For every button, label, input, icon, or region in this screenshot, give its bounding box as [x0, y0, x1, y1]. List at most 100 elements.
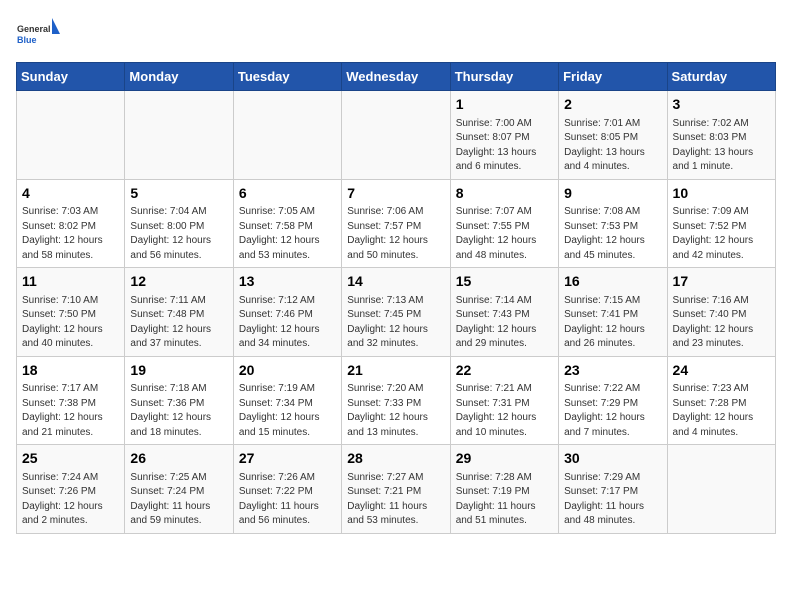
calendar-cell [667, 445, 775, 534]
calendar-cell: 8Sunrise: 7:07 AMSunset: 7:55 PMDaylight… [450, 179, 558, 268]
calendar-cell: 26Sunrise: 7:25 AMSunset: 7:24 PMDayligh… [125, 445, 233, 534]
day-header-friday: Friday [559, 63, 667, 91]
day-number: 21 [347, 361, 444, 381]
calendar-cell: 19Sunrise: 7:18 AMSunset: 7:36 PMDayligh… [125, 356, 233, 445]
day-number: 11 [22, 272, 119, 292]
day-detail: Sunrise: 7:19 AMSunset: 7:34 PMDaylight:… [239, 382, 336, 440]
calendar-cell: 11Sunrise: 7:10 AMSunset: 7:50 PMDayligh… [17, 268, 125, 357]
week-row-1: 1Sunrise: 7:00 AMSunset: 8:07 PMDaylight… [17, 91, 776, 180]
day-number: 27 [239, 449, 336, 469]
day-number: 2 [564, 95, 661, 115]
day-number: 8 [456, 184, 553, 204]
day-detail: Sunrise: 7:07 AMSunset: 7:55 PMDaylight:… [456, 205, 553, 263]
week-row-5: 25Sunrise: 7:24 AMSunset: 7:26 PMDayligh… [17, 445, 776, 534]
calendar-cell: 23Sunrise: 7:22 AMSunset: 7:29 PMDayligh… [559, 356, 667, 445]
day-header-saturday: Saturday [667, 63, 775, 91]
day-number: 28 [347, 449, 444, 469]
day-number: 20 [239, 361, 336, 381]
day-number: 15 [456, 272, 553, 292]
day-number: 29 [456, 449, 553, 469]
day-detail: Sunrise: 7:08 AMSunset: 7:53 PMDaylight:… [564, 205, 661, 263]
calendar-cell: 24Sunrise: 7:23 AMSunset: 7:28 PMDayligh… [667, 356, 775, 445]
calendar-table: SundayMondayTuesdayWednesdayThursdayFrid… [16, 62, 776, 534]
day-detail: Sunrise: 7:10 AMSunset: 7:50 PMDaylight:… [22, 294, 119, 352]
day-detail: Sunrise: 7:11 AMSunset: 7:48 PMDaylight:… [130, 294, 227, 352]
svg-text:General: General [17, 24, 51, 34]
day-detail: Sunrise: 7:02 AMSunset: 8:03 PMDaylight:… [673, 117, 770, 175]
day-number: 9 [564, 184, 661, 204]
day-number: 4 [22, 184, 119, 204]
calendar-cell: 12Sunrise: 7:11 AMSunset: 7:48 PMDayligh… [125, 268, 233, 357]
calendar-cell [342, 91, 450, 180]
day-number: 23 [564, 361, 661, 381]
calendar-cell: 6Sunrise: 7:05 AMSunset: 7:58 PMDaylight… [233, 179, 341, 268]
calendar-cell: 27Sunrise: 7:26 AMSunset: 7:22 PMDayligh… [233, 445, 341, 534]
day-number: 7 [347, 184, 444, 204]
calendar-cell: 28Sunrise: 7:27 AMSunset: 7:21 PMDayligh… [342, 445, 450, 534]
day-number: 18 [22, 361, 119, 381]
day-number: 3 [673, 95, 770, 115]
calendar-cell: 18Sunrise: 7:17 AMSunset: 7:38 PMDayligh… [17, 356, 125, 445]
day-detail: Sunrise: 7:27 AMSunset: 7:21 PMDaylight:… [347, 471, 444, 529]
day-detail: Sunrise: 7:14 AMSunset: 7:43 PMDaylight:… [456, 294, 553, 352]
day-header-thursday: Thursday [450, 63, 558, 91]
day-detail: Sunrise: 7:22 AMSunset: 7:29 PMDaylight:… [564, 382, 661, 440]
day-detail: Sunrise: 7:23 AMSunset: 7:28 PMDaylight:… [673, 382, 770, 440]
calendar-cell: 5Sunrise: 7:04 AMSunset: 8:00 PMDaylight… [125, 179, 233, 268]
calendar-cell: 1Sunrise: 7:00 AMSunset: 8:07 PMDaylight… [450, 91, 558, 180]
day-number: 1 [456, 95, 553, 115]
calendar-cell: 3Sunrise: 7:02 AMSunset: 8:03 PMDaylight… [667, 91, 775, 180]
week-row-2: 4Sunrise: 7:03 AMSunset: 8:02 PMDaylight… [17, 179, 776, 268]
calendar-cell: 29Sunrise: 7:28 AMSunset: 7:19 PMDayligh… [450, 445, 558, 534]
day-detail: Sunrise: 7:06 AMSunset: 7:57 PMDaylight:… [347, 205, 444, 263]
calendar-cell: 14Sunrise: 7:13 AMSunset: 7:45 PMDayligh… [342, 268, 450, 357]
day-number: 12 [130, 272, 227, 292]
day-header-tuesday: Tuesday [233, 63, 341, 91]
day-header-monday: Monday [125, 63, 233, 91]
calendar-cell: 25Sunrise: 7:24 AMSunset: 7:26 PMDayligh… [17, 445, 125, 534]
page-header: General Blue [16, 16, 776, 54]
day-number: 25 [22, 449, 119, 469]
calendar-cell: 7Sunrise: 7:06 AMSunset: 7:57 PMDaylight… [342, 179, 450, 268]
day-detail: Sunrise: 7:00 AMSunset: 8:07 PMDaylight:… [456, 117, 553, 175]
day-number: 24 [673, 361, 770, 381]
day-number: 16 [564, 272, 661, 292]
day-detail: Sunrise: 7:03 AMSunset: 8:02 PMDaylight:… [22, 205, 119, 263]
calendar-cell: 9Sunrise: 7:08 AMSunset: 7:53 PMDaylight… [559, 179, 667, 268]
day-detail: Sunrise: 7:17 AMSunset: 7:38 PMDaylight:… [22, 382, 119, 440]
calendar-cell: 10Sunrise: 7:09 AMSunset: 7:52 PMDayligh… [667, 179, 775, 268]
day-number: 10 [673, 184, 770, 204]
logo: General Blue [16, 16, 60, 54]
day-detail: Sunrise: 7:04 AMSunset: 8:00 PMDaylight:… [130, 205, 227, 263]
calendar-cell: 20Sunrise: 7:19 AMSunset: 7:34 PMDayligh… [233, 356, 341, 445]
calendar-cell: 4Sunrise: 7:03 AMSunset: 8:02 PMDaylight… [17, 179, 125, 268]
calendar-cell [233, 91, 341, 180]
calendar-cell [125, 91, 233, 180]
day-number: 6 [239, 184, 336, 204]
day-detail: Sunrise: 7:15 AMSunset: 7:41 PMDaylight:… [564, 294, 661, 352]
day-detail: Sunrise: 7:01 AMSunset: 8:05 PMDaylight:… [564, 117, 661, 175]
day-number: 26 [130, 449, 227, 469]
day-detail: Sunrise: 7:13 AMSunset: 7:45 PMDaylight:… [347, 294, 444, 352]
logo-icon: General Blue [16, 16, 60, 54]
day-number: 13 [239, 272, 336, 292]
day-detail: Sunrise: 7:12 AMSunset: 7:46 PMDaylight:… [239, 294, 336, 352]
day-header-sunday: Sunday [17, 63, 125, 91]
day-detail: Sunrise: 7:20 AMSunset: 7:33 PMDaylight:… [347, 382, 444, 440]
day-detail: Sunrise: 7:16 AMSunset: 7:40 PMDaylight:… [673, 294, 770, 352]
calendar-cell: 21Sunrise: 7:20 AMSunset: 7:33 PMDayligh… [342, 356, 450, 445]
day-header-wednesday: Wednesday [342, 63, 450, 91]
day-number: 30 [564, 449, 661, 469]
day-detail: Sunrise: 7:26 AMSunset: 7:22 PMDaylight:… [239, 471, 336, 529]
calendar-cell: 22Sunrise: 7:21 AMSunset: 7:31 PMDayligh… [450, 356, 558, 445]
day-number: 14 [347, 272, 444, 292]
day-detail: Sunrise: 7:18 AMSunset: 7:36 PMDaylight:… [130, 382, 227, 440]
calendar-cell: 2Sunrise: 7:01 AMSunset: 8:05 PMDaylight… [559, 91, 667, 180]
svg-text:Blue: Blue [17, 35, 37, 45]
week-row-4: 18Sunrise: 7:17 AMSunset: 7:38 PMDayligh… [17, 356, 776, 445]
calendar-cell: 30Sunrise: 7:29 AMSunset: 7:17 PMDayligh… [559, 445, 667, 534]
day-detail: Sunrise: 7:21 AMSunset: 7:31 PMDaylight:… [456, 382, 553, 440]
calendar-cell: 13Sunrise: 7:12 AMSunset: 7:46 PMDayligh… [233, 268, 341, 357]
day-number: 17 [673, 272, 770, 292]
day-number: 22 [456, 361, 553, 381]
